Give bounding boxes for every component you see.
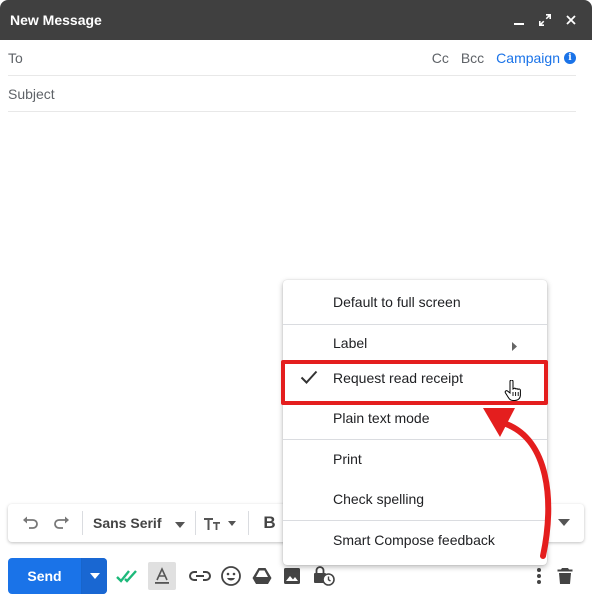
confidential-mode-icon[interactable]: [312, 564, 336, 588]
chevron-down-icon: [175, 515, 186, 531]
font-family-label: Sans Serif: [93, 515, 162, 531]
bold-icon[interactable]: B: [253, 507, 285, 539]
hand-pointer-icon: [504, 379, 522, 407]
menu-item-label: Label: [333, 335, 368, 351]
menu-item-label-submenu[interactable]: Label: [283, 323, 547, 363]
subject-placeholder: Subject: [8, 85, 55, 102]
menu-item-label: Request read receipt: [333, 370, 463, 386]
campaign-link[interactable]: Campaign i: [496, 50, 576, 66]
checkmark-icon: [300, 370, 318, 387]
menu-item-label: Smart Compose feedback: [333, 532, 495, 548]
close-icon[interactable]: [560, 9, 582, 31]
more-options-icon[interactable]: [527, 564, 551, 588]
campaign-label: Campaign: [496, 49, 560, 66]
send-button[interactable]: Send: [8, 558, 81, 594]
menu-item-label: Plain text mode: [333, 410, 430, 426]
photo-icon[interactable]: [280, 564, 304, 588]
discard-icon[interactable]: [553, 564, 577, 588]
tracking-checkmarks-icon[interactable]: [116, 564, 140, 588]
toolbar-divider: [195, 511, 197, 535]
menu-item-label: Check spelling: [333, 491, 425, 507]
chevron-right-icon: [512, 338, 517, 354]
menu-item-print[interactable]: Print: [283, 439, 547, 479]
font-family-dropdown[interactable]: Sans Serif: [87, 507, 191, 539]
link-icon[interactable]: [188, 564, 212, 588]
compose-title-bar: New Message: [0, 0, 592, 40]
subject-field[interactable]: Subject: [8, 76, 576, 112]
to-label: To: [8, 49, 23, 66]
toolbar-divider: [248, 511, 250, 535]
minimize-icon[interactable]: [508, 9, 530, 31]
menu-item-check-spelling[interactable]: Check spelling: [283, 479, 547, 519]
more-formatting-caret-icon[interactable]: [552, 507, 576, 539]
redo-icon[interactable]: [46, 507, 78, 539]
more-options-menu: Default to full screen Label Request rea…: [283, 280, 547, 565]
text-size-icon[interactable]: [200, 507, 244, 539]
cc-link[interactable]: Cc: [432, 50, 449, 66]
expand-icon[interactable]: [534, 9, 556, 31]
menu-item-default-full-screen[interactable]: Default to full screen: [283, 282, 547, 322]
window-title: New Message: [10, 12, 102, 28]
send-button-group: Send: [8, 558, 107, 594]
menu-item-label: Print: [333, 451, 362, 467]
to-field[interactable]: To Cc Bcc Campaign i: [8, 40, 576, 76]
send-options-caret-icon[interactable]: [81, 558, 107, 594]
menu-item-smart-compose-feedback[interactable]: Smart Compose feedback: [283, 520, 547, 560]
menu-item-label: Default to full screen: [333, 294, 461, 310]
formatting-options-icon[interactable]: [148, 562, 176, 590]
info-icon[interactable]: i: [564, 51, 576, 64]
undo-icon[interactable]: [14, 507, 46, 539]
emoji-icon[interactable]: [219, 564, 243, 588]
bcc-link[interactable]: Bcc: [461, 50, 484, 66]
toolbar-divider: [82, 511, 83, 535]
drive-icon[interactable]: [250, 564, 274, 588]
